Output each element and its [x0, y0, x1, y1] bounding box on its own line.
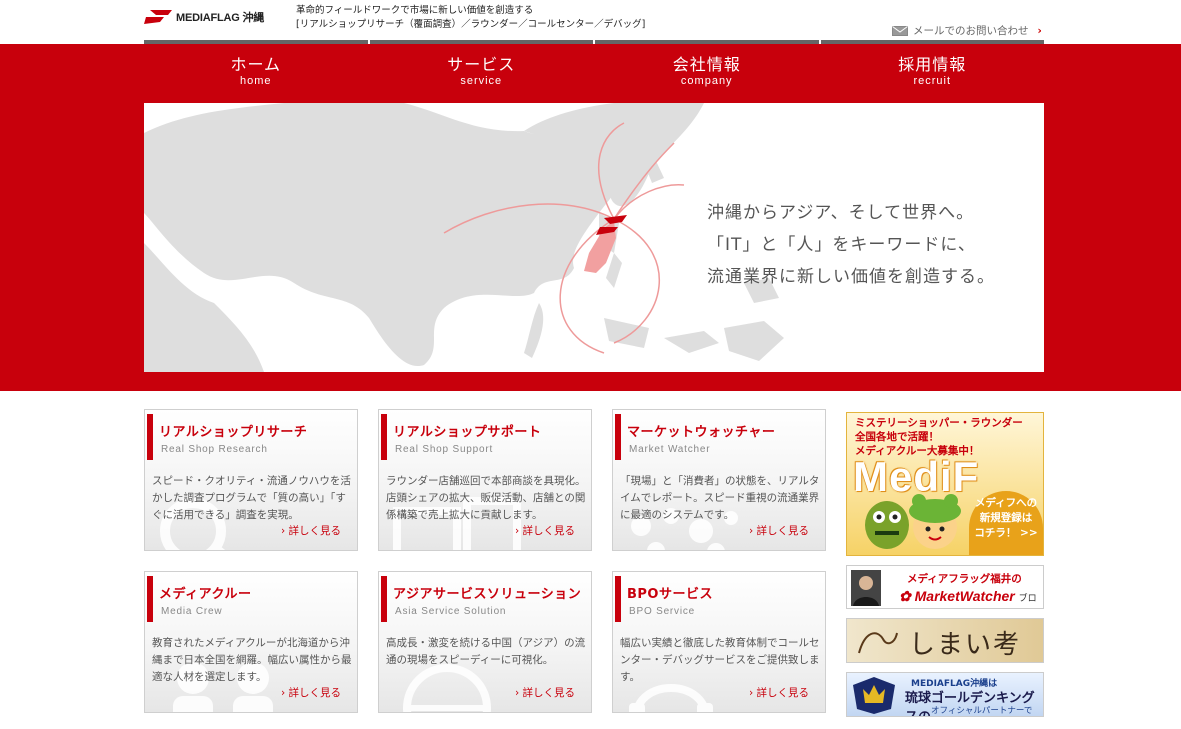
tagline-line2: [リアルショップリサーチ（覆面調査）／ラウンダー／コールセンター／デバッグ] — [296, 19, 646, 30]
nav-company-label: 会社情報 — [672, 55, 741, 74]
medif-bubble-line1: メディフへの — [974, 497, 1038, 509]
logo-text: MEDIAFLAG 沖縄 — [176, 12, 265, 24]
mw-line2: ✿ MarketWatcher ブログ — [899, 588, 1043, 608]
card-description: 「現場」と「消費者」の状態を、リアルタイムでレポート。スピード重視の流通業界に最… — [620, 475, 820, 521]
site-header: MEDIAFLAG 沖縄 革命的フィールドワークで市場に新しい価値を創造する [… — [0, 0, 1181, 44]
nav-service-label: サービス — [447, 55, 516, 74]
chevron-right-icon: › — [280, 687, 289, 699]
card-description: 教育されたメディアクルーが北海道から沖縄まで日本全国を網羅。幅広い属性から最適な… — [152, 637, 352, 683]
card-accent-bar — [381, 576, 387, 622]
hero-banner: 沖縄からアジア、そして世界へ。 「IT」と「人」をキーワードに、 流通業界に新し… — [144, 103, 1044, 372]
chevron-right-icon: › — [514, 687, 523, 699]
card-description: 高成長・激変を続ける中国（アジア）の流通の現場をスピーディーに可視化。 — [386, 637, 586, 666]
nav-recruit[interactable]: 採用情報 recruit — [820, 40, 1044, 100]
card-more-link[interactable]: › 詳しく見る — [281, 685, 341, 700]
service-card-real-shop-support[interactable]: リアルショップサポート Real Shop Support ラウンダー店舗巡回で… — [378, 409, 592, 551]
person-photo-icon — [851, 570, 881, 606]
header-tagline: 革命的フィールドワークで市場に新しい価値を創造する [リアルショップリサーチ（覆… — [296, 4, 645, 32]
medif-line1: ミステリーショッパー・ラウンダー — [855, 417, 1023, 429]
more-label: 詳しく見る — [522, 525, 576, 537]
nav-company[interactable]: 会社情報 company — [595, 40, 819, 100]
hero-line3: 流通業界に新しい価値を創造する。 — [707, 267, 995, 287]
calligraphy-mark-icon — [858, 632, 898, 654]
card-subtitle: Media Crew — [161, 606, 223, 617]
chevron-right-icon: › — [514, 525, 523, 537]
nav-home-label: ホーム — [230, 55, 282, 74]
chevron-right-icon: › — [748, 687, 757, 699]
card-title: BPOサービス — [627, 587, 713, 602]
service-card-real-shop-research[interactable]: リアルショップリサーチ Real Shop Research スピード・クオリテ… — [144, 409, 358, 551]
medif-copy: ミステリーショッパー・ラウンダー 全国各地で活躍！ メディアクルー大募集中！ — [855, 416, 1023, 458]
nav-home[interactable]: ホーム home — [144, 40, 368, 100]
service-card-bpo[interactable]: BPOサービス BPO Service 幅広い実績と徹底した教育体制でコールセン… — [612, 571, 826, 713]
medif-line2: 全国各地で活躍！ — [855, 431, 939, 443]
global-nav: ホーム home サービス service 会社情報 company 採用情報 … — [144, 40, 1044, 100]
mw-line1: メディアフラッグ福井の — [907, 573, 1022, 585]
marketwatcher-blog-banner[interactable]: メディアフラッグ福井の ✿ MarketWatcher ブログ — [846, 565, 1044, 609]
card-accent-bar — [615, 414, 621, 460]
shimai-title: しまい考秋 — [909, 630, 1022, 660]
kings-emblem-icon — [853, 677, 895, 714]
more-label: 詳しく見る — [522, 687, 576, 699]
nav-company-sub: company — [680, 75, 733, 87]
site-logo[interactable]: MEDIAFLAG 沖縄 — [144, 9, 264, 25]
card-more-link[interactable]: › 詳しく見る — [515, 685, 575, 700]
card-accent-bar — [381, 414, 387, 460]
medif-bubble-line3: コチラ！ >> — [974, 527, 1038, 539]
card-subtitle: Real Shop Research — [161, 444, 268, 455]
medif-register-button[interactable]: メディフへの 新規登録は コチラ！ >> — [969, 491, 1043, 555]
more-label: 詳しく見る — [756, 525, 810, 537]
nav-home-sub: home — [239, 75, 272, 87]
card-more-link[interactable]: › 詳しく見る — [281, 523, 341, 538]
card-more-link[interactable]: › 詳しく見る — [749, 685, 809, 700]
card-title: リアルショップリサーチ — [159, 425, 308, 440]
chevron-right-icon: › — [748, 525, 757, 537]
hero-line1: 沖縄からアジア、そして世界へ。 — [707, 203, 975, 223]
chevron-right-icon: › — [280, 525, 289, 537]
flower-icon: ✿ — [899, 588, 915, 604]
nav-service[interactable]: サービス service — [369, 40, 593, 100]
card-description: ラウンダー店舗巡回で本部商談を具現化。店頭シェアの拡大、販促活動、店舗との関係構… — [386, 475, 586, 521]
card-title: メディアクルー — [159, 587, 252, 602]
card-subtitle: Asia Service Solution — [395, 606, 507, 617]
more-label: 詳しく見る — [756, 687, 810, 699]
card-accent-bar — [147, 576, 153, 622]
nav-recruit-label: 採用情報 — [898, 55, 967, 74]
hero-line2: 「IT」と「人」をキーワードに、 — [707, 235, 976, 255]
contact-label: メールでのお問い合わせ — [913, 25, 1029, 37]
more-label: 詳しく見る — [288, 525, 342, 537]
card-description: スピード・クオリティ・流通ノウハウを活かした調査プログラムで「質の高い」「すぐに… — [152, 475, 351, 521]
card-subtitle: Market Watcher — [629, 444, 711, 455]
tagline-line1: 革命的フィールドワークで市場に新しい価値を創造する — [296, 5, 534, 16]
mw-brand: MarketWatcher — [914, 588, 1015, 604]
service-card-market-watcher[interactable]: マーケットウォッチャー Market Watcher 「現場」と「消費者」の状態… — [612, 409, 826, 551]
nav-recruit-sub: recruit — [913, 75, 952, 87]
chevron-right-icon: › — [1037, 24, 1042, 37]
hero-copy: 沖縄からアジア、そして世界へ。 「IT」と「人」をキーワードに、 流通業界に新し… — [707, 197, 995, 293]
flag-logo-icon — [144, 10, 172, 24]
card-more-link[interactable]: › 詳しく見る — [515, 523, 575, 538]
mail-icon — [892, 25, 908, 36]
card-accent-bar — [147, 414, 153, 460]
golden-kings-banner[interactable]: MEDIAFLAG沖縄は 琉球ゴールデンキングスの オフィシャルパートナーです。 — [846, 672, 1044, 717]
card-accent-bar — [615, 576, 621, 622]
card-title: アジアサービスソリューション — [393, 587, 582, 602]
more-label: 詳しく見る — [288, 687, 342, 699]
medif-recruit-banner[interactable]: ミステリーショッパー・ラウンダー 全国各地で活躍！ メディアクルー大募集中！ M… — [846, 412, 1044, 556]
card-description: 幅広い実績と徹底した教育体制でコールセンター・デバッグサービスをご提供致します。 — [620, 637, 820, 683]
card-more-link[interactable]: › 詳しく見る — [749, 523, 809, 538]
kings-line3: オフィシャルパートナーです。 — [931, 706, 1033, 716]
contact-link[interactable]: メールでのお問い合わせ › — [892, 23, 1042, 38]
service-card-asia-service[interactable]: アジアサービスソリューション Asia Service Solution 高成長… — [378, 571, 592, 713]
card-subtitle: Real Shop Support — [395, 444, 494, 455]
card-subtitle: BPO Service — [629, 606, 696, 617]
mascot-characters-icon — [865, 494, 961, 549]
nav-service-sub: service — [460, 75, 503, 87]
medif-bubble-line2: 新規登録は — [979, 512, 1033, 524]
card-title: リアルショップサポート — [393, 425, 542, 440]
shimai-kouaki-banner[interactable]: しまい考秋 — [846, 618, 1044, 663]
card-title: マーケットウォッチャー — [627, 425, 776, 440]
service-card-media-crew[interactable]: メディアクルー Media Crew 教育されたメディアクルーが北海道から沖縄ま… — [144, 571, 358, 713]
